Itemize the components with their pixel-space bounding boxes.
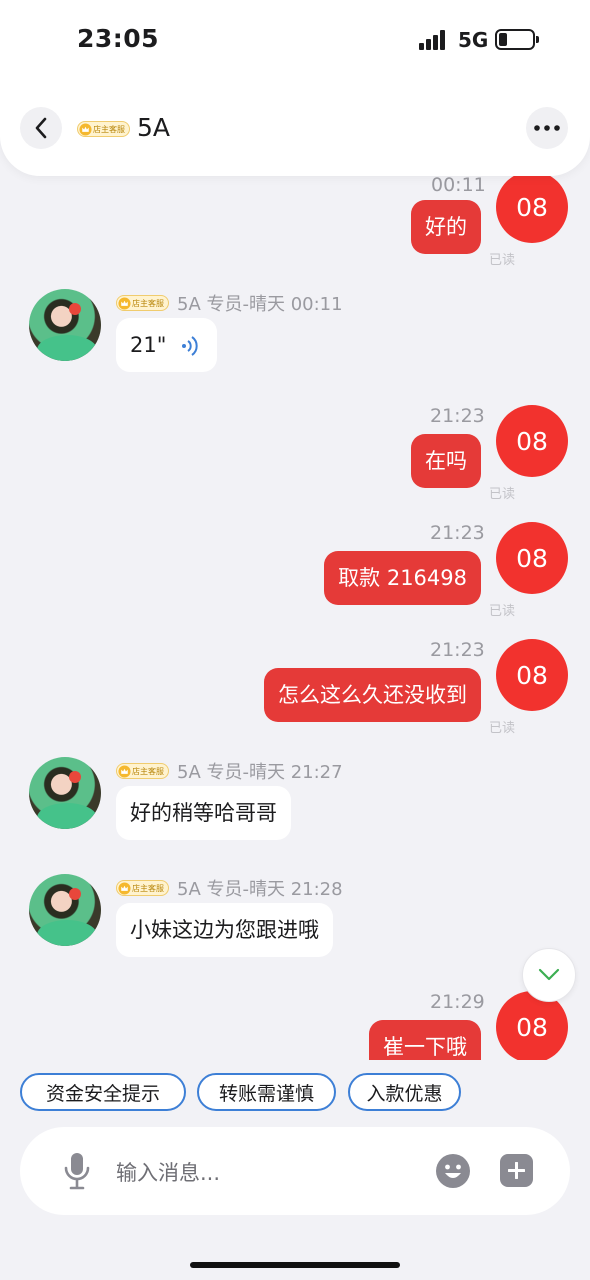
user-avatar[interactable]: 08 xyxy=(496,991,568,1060)
badge-label: 店主客服 xyxy=(132,766,164,776)
agent-badge: 店主客服 xyxy=(116,295,169,311)
agent-badge: 店主客服 xyxy=(116,763,169,779)
header-badge: 店主客服 xyxy=(77,121,130,137)
battery-icon xyxy=(495,29,539,50)
home-indicator xyxy=(190,1262,400,1268)
outgoing-message[interactable]: 好的 xyxy=(411,200,481,254)
agent-avatar[interactable] xyxy=(29,874,101,946)
more-horizontal-icon xyxy=(534,125,560,131)
more-button[interactable] xyxy=(526,107,568,149)
badge-label: 店主客服 xyxy=(132,298,164,308)
badge-label: 店主客服 xyxy=(93,124,125,134)
network-type: 5G xyxy=(458,28,489,52)
sender-info: 店主客服 5A 专员-晴天 21:27 xyxy=(116,758,343,784)
sender-info: 店主客服 5A 专员-晴天 21:28 xyxy=(116,875,343,901)
chevron-down-icon xyxy=(538,968,560,981)
message-input[interactable]: 输入消息... xyxy=(116,1157,220,1187)
outgoing-message[interactable]: 在吗 xyxy=(411,434,481,488)
sender-name: 5A 专员-晴天 21:27 xyxy=(177,762,343,783)
outgoing-message[interactable]: 崔一下哦 xyxy=(369,1020,481,1060)
scroll-to-bottom-button[interactable] xyxy=(522,948,576,1002)
quick-reply-chip[interactable]: 资金安全提示 xyxy=(20,1073,186,1111)
voice-message[interactable]: 21" xyxy=(116,318,217,372)
crown-icon xyxy=(118,296,131,310)
outgoing-message[interactable]: 怎么这么久还没收到 xyxy=(264,668,481,722)
quick-reply-bar: 资金安全提示 转账需谨慎 入款优惠 xyxy=(0,1062,590,1122)
emoji-icon[interactable] xyxy=(435,1153,471,1189)
signal-icon xyxy=(419,30,449,50)
message-time: 21:23 xyxy=(430,522,485,544)
message-time: 21:29 xyxy=(430,991,485,1013)
chat-title: 5A xyxy=(137,113,171,142)
read-status: 已读 xyxy=(489,253,516,268)
read-status: 已读 xyxy=(489,604,516,619)
badge-label: 店主客服 xyxy=(132,883,164,893)
message-time: 00:11 xyxy=(431,174,486,196)
microphone-icon[interactable] xyxy=(62,1151,92,1191)
back-button[interactable] xyxy=(20,107,62,149)
sender-name: 5A 专员-晴天 21:28 xyxy=(177,879,343,900)
voice-wave-icon xyxy=(182,336,199,356)
chevron-left-icon xyxy=(35,117,47,139)
agent-avatar[interactable] xyxy=(29,757,101,829)
user-avatar[interactable]: 08 xyxy=(496,639,568,711)
outgoing-message[interactable]: 取款 216498 xyxy=(324,551,481,605)
crown-icon xyxy=(79,122,92,136)
sender-info: 店主客服 5A 专员-晴天 00:11 xyxy=(116,290,343,316)
read-status: 已读 xyxy=(489,721,516,736)
quick-reply-chip[interactable]: 转账需谨慎 xyxy=(197,1073,336,1111)
plus-icon xyxy=(508,1162,525,1179)
crown-icon xyxy=(118,881,131,895)
status-bar: 23:05 5G xyxy=(0,0,590,80)
message-time: 21:23 xyxy=(430,405,485,427)
user-avatar[interactable]: 08 xyxy=(496,171,568,243)
incoming-message[interactable]: 小妹这边为您跟进哦 xyxy=(116,903,333,957)
sender-name: 5A 专员-晴天 00:11 xyxy=(177,294,343,315)
message-time: 21:23 xyxy=(430,639,485,661)
incoming-message[interactable]: 好的稍等哈哥哥 xyxy=(116,786,291,840)
user-avatar[interactable]: 08 xyxy=(496,522,568,594)
quick-reply-chip[interactable]: 入款优惠 xyxy=(348,1073,461,1111)
user-avatar[interactable]: 08 xyxy=(496,405,568,477)
plus-button[interactable] xyxy=(500,1154,533,1187)
agent-avatar[interactable] xyxy=(29,289,101,361)
agent-badge: 店主客服 xyxy=(116,880,169,896)
read-status: 已读 xyxy=(489,487,516,502)
message-input-bar: 输入消息... xyxy=(20,1127,570,1215)
voice-duration: 21" xyxy=(130,333,167,357)
status-time: 23:05 xyxy=(77,24,160,53)
crown-icon xyxy=(118,764,131,778)
